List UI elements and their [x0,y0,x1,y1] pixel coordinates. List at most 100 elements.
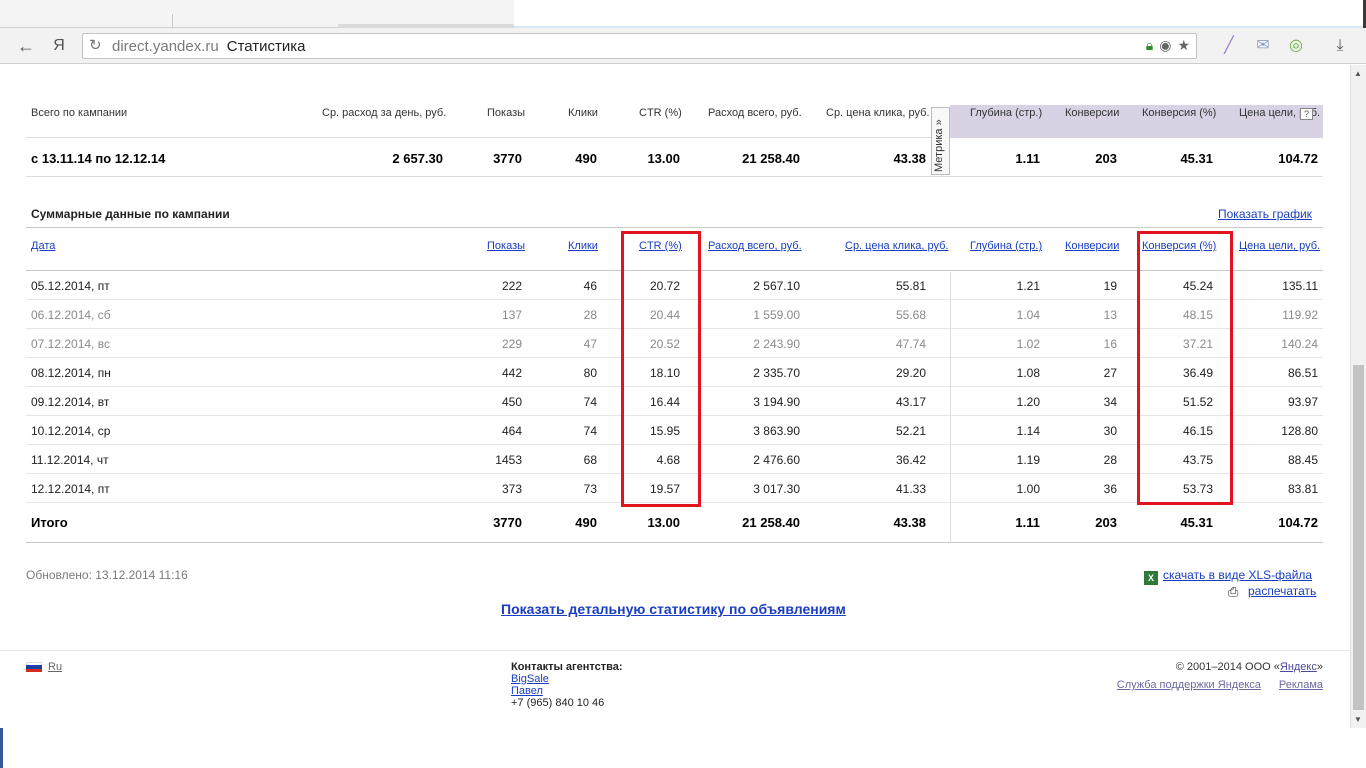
cell-clicks: 74 [583,395,597,409]
copyright-suffix: » [1316,661,1323,673]
cell-conversions: 16 [1103,337,1117,351]
column-header-date[interactable]: Дата [31,240,55,252]
star-icon[interactable]: ★ [1177,37,1190,53]
contact-link-bigsale[interactable]: BigSale [511,673,623,685]
feather-extension-icon[interactable]: ╱ [1218,35,1240,57]
cell-clicks: 80 [583,366,597,380]
cell-spend: 1 559.00 [753,308,800,322]
cell-avg-cpc: 43.17 [895,395,926,409]
daily-section-title: Суммарные данные по кампании [31,207,230,221]
download-xls-link[interactable]: скачать в виде XLS-файла [1163,568,1312,582]
back-icon[interactable]: ← [14,34,38,58]
show-graph-link[interactable]: Показать график [1218,207,1312,221]
cell-shows: 373 [501,482,522,496]
total-ctr: 13.00 [647,515,680,530]
scroll-up-icon[interactable]: ▲ [1354,69,1362,78]
cell-goal-price: 86.51 [1287,366,1318,380]
omnibox-icons: 🔒︎ ◉ ★ [1140,37,1190,54]
cell-avg-cpc: 29.20 [895,366,926,380]
column-header-goal-price[interactable]: Цена цели, руб. [1239,240,1320,252]
total-label: Итого [31,515,68,530]
summary-goal-price: 104.72 [1278,151,1318,166]
cell-conversions: 30 [1103,424,1117,438]
column-header-shows[interactable]: Показы [487,240,525,252]
support-link[interactable]: Служба поддержки Яндекса [1117,679,1261,691]
summary-ctr: 13.00 [647,151,680,166]
cell-date: 09.12.2014, вт [31,395,110,409]
total-conversions: 203 [1095,515,1117,530]
cell-date: 07.12.2014, вс [31,337,110,351]
taskbar-mark [0,728,3,768]
ads-link[interactable]: Реклама [1279,679,1323,691]
total-shows: 3770 [493,515,522,530]
column-header-avg-cpc[interactable]: Ср. цена клика, руб. [845,240,948,252]
summary-header-label: Всего по кампании [31,107,128,119]
download-xls[interactable]: Xскачать в виде XLS-файла [1144,568,1312,585]
column-header-conversions[interactable]: Конверсии [1065,240,1119,252]
print-link[interactable]: распечатать [1248,584,1316,598]
summary-avg-per-day: 2 657.30 [392,151,443,166]
divider [26,227,1323,228]
column-header-depth[interactable]: Глубина (стр.) [970,240,1042,252]
cell-shows: 442 [501,366,522,380]
cell-conversions: 28 [1103,453,1117,467]
language-link[interactable]: Ru [48,661,62,673]
cell-goal-price: 93.97 [1287,395,1318,409]
total-row: Итого 3770 490 13.00 21 258.40 43.38 1.1… [26,503,1323,543]
reload-icon[interactable]: ↻ [89,36,102,54]
cell-goal-price: 88.45 [1287,453,1318,467]
cell-goal-price: 128.80 [1281,424,1318,438]
cell-depth: 1.04 [1016,308,1040,322]
scrollbar-thumb[interactable] [1353,365,1364,710]
cell-spend: 2 476.60 [753,453,800,467]
cell-spend: 3 194.90 [753,395,800,409]
summary-conversions: 203 [1095,151,1117,166]
mail-extension-icon[interactable]: ✉ [1252,35,1274,57]
lightbulb-icon[interactable]: ◉ [1159,37,1171,53]
download-icon[interactable]: ⤓ [1329,35,1351,57]
summary-row: с 13.11.14 по 12.12.14 2 657.30 3770 490… [26,139,1323,177]
cell-goal-price: 135.11 [1282,279,1318,293]
cell-spend: 2 335.70 [753,366,800,380]
cell-clicks: 73 [583,482,597,496]
summary-header-shows: Показы [487,107,526,119]
cell-depth: 1.00 [1016,482,1040,496]
cell-depth: 1.02 [1016,337,1040,351]
cell-clicks: 46 [583,279,597,293]
cell-date: 05.12.2014, пт [31,279,110,293]
cell-date: 12.12.2014, пт [31,482,110,496]
yandex-icon[interactable]: Я [47,34,71,58]
contacts-title: Контакты агентства: [511,661,623,673]
print[interactable]: ⎙ распечатать [1228,584,1316,598]
url-page-title: Статистика [226,38,306,55]
summary-shows: 3770 [493,151,522,166]
summary-period: с 13.11.14 по 12.12.14 [31,151,166,166]
help-icon[interactable]: ? [1300,108,1313,120]
cell-avg-cpc: 36.42 [895,453,926,467]
scroll-down-icon[interactable]: ▼ [1354,715,1362,724]
lock-icon[interactable]: 🔒︎ [1146,37,1153,53]
url-text[interactable]: direct.yandex.ru Статистика [112,38,306,55]
address-bar[interactable]: ↻ direct.yandex.ru Статистика 🔒︎ ◉ ★ [82,33,1197,59]
circle-extension-icon[interactable]: ◎ [1285,35,1307,57]
agency-contacts: Контакты агентства: BigSale Павел +7 (96… [511,661,623,709]
page-scrollbar[interactable]: ▲ ▼ [1350,65,1366,728]
cell-clicks: 28 [583,308,597,322]
column-header-spend[interactable]: Расход всего, руб. [708,240,802,252]
cell-depth: 1.08 [1016,366,1040,380]
column-header-clicks[interactable]: Клики [568,240,598,252]
cell-spend: 3 863.90 [753,424,800,438]
browser-toolbar: ← Я ↻ direct.yandex.ru Статистика 🔒︎ ◉ ★ ╱ … [0,28,1366,64]
cell-clicks: 68 [583,453,597,467]
detailed-stats-link[interactable]: Показать детальную статистику по объявле… [501,601,846,617]
total-goal-price: 104.72 [1278,515,1318,530]
total-avg-cpc: 43.38 [893,515,926,530]
yandex-link[interactable]: Яндекс [1280,661,1317,673]
cell-shows: 229 [501,337,522,351]
cell-depth: 1.20 [1016,395,1040,409]
russian-flag-icon[interactable] [26,662,42,672]
cell-avg-cpc: 41.33 [895,482,926,496]
tab-strip [0,0,1366,28]
contact-link-pavel[interactable]: Павел [511,685,623,697]
total-clicks: 490 [575,515,597,530]
